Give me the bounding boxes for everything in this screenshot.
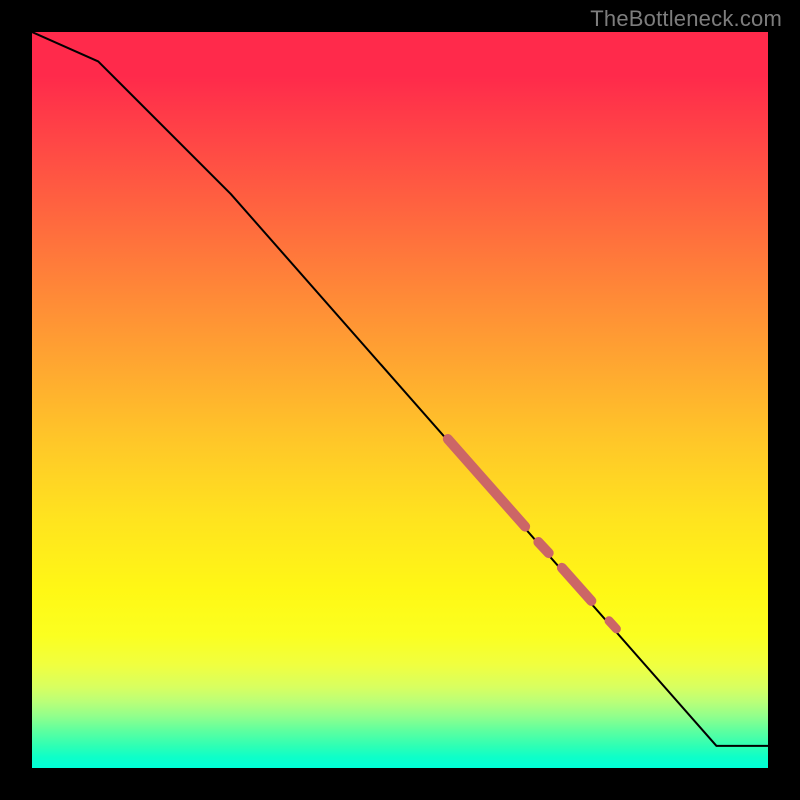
watermark-text: TheBottleneck.com	[590, 6, 782, 32]
highlight-segment-2	[562, 568, 591, 601]
plot-area	[32, 32, 768, 768]
highlight-group	[448, 439, 617, 629]
chart-svg	[32, 32, 768, 768]
data-line	[32, 32, 768, 746]
highlight-segment-3	[609, 621, 616, 629]
highlight-segment-1	[538, 542, 548, 553]
chart-stage: TheBottleneck.com	[0, 0, 800, 800]
highlight-segment-0	[448, 439, 525, 527]
